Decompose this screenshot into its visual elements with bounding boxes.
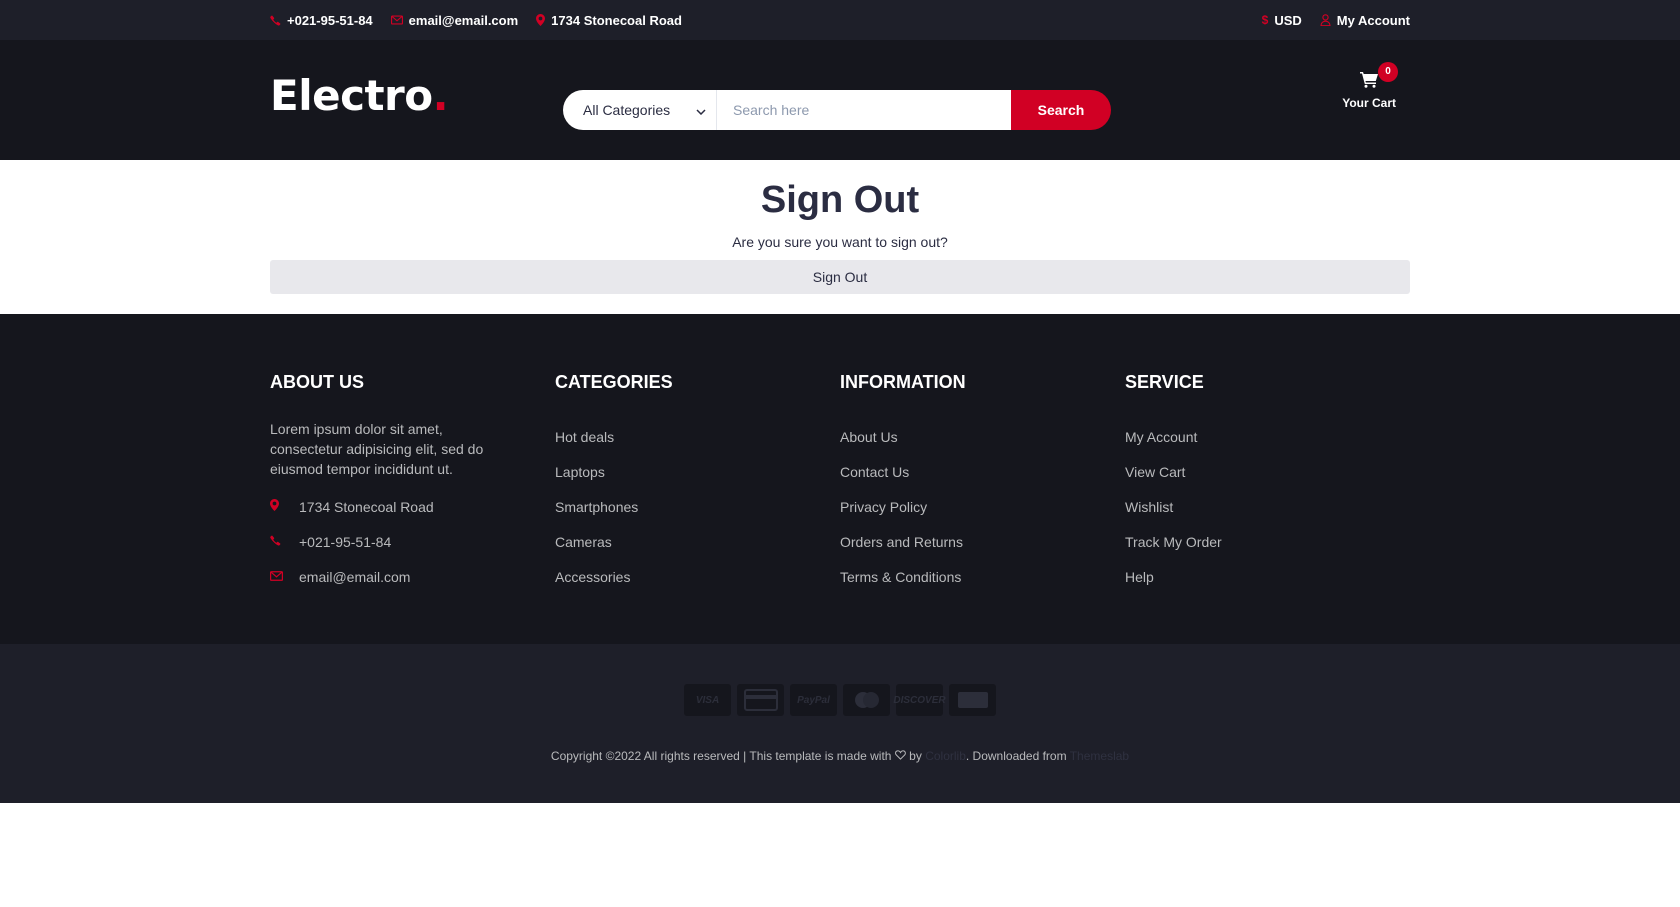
themeslab-link[interactable]: Themeslab [1070, 749, 1129, 763]
currency-link[interactable]: $ USD [1262, 13, 1302, 28]
footer-link-about-us[interactable]: About Us [840, 419, 1125, 454]
currency-text: USD [1274, 12, 1302, 28]
footer-address[interactable]: 1734 Stonecoal Road [270, 489, 555, 524]
footer-link-contact-us[interactable]: Contact Us [840, 454, 1125, 489]
contact-links: +021-95-51-84 email@email.com 1734 Stone… [270, 13, 682, 28]
map-marker-icon [536, 14, 546, 26]
sign-out-button[interactable]: Sign Out [270, 260, 1410, 294]
footer-categories-title: Categories [555, 372, 673, 392]
phone-icon [270, 15, 281, 26]
cart-label: Your Cart [1342, 96, 1396, 110]
downloaded-text: . Downloaded from [965, 749, 1067, 763]
footer-link-orders-returns[interactable]: Orders and Returns [840, 524, 1125, 559]
top-email-text: email@email.com [408, 12, 519, 28]
copyright-by: by [909, 749, 922, 763]
visa-card-icon: VISA [684, 684, 731, 716]
credit-card-icon [737, 684, 784, 716]
footer-link-wishlist[interactable]: Wishlist [1125, 489, 1410, 524]
user-icon [1320, 14, 1331, 26]
discover-card-icon: DISCOVER [893, 684, 946, 716]
footer-link-privacy-policy[interactable]: Privacy Policy [840, 489, 1125, 524]
main-section: Sign Out Are you sure you want to sign o… [0, 160, 1680, 314]
footer-categories-list: Hot deals Laptops Smartphones Cameras Ac… [555, 419, 840, 594]
category-selected-value: All Categories [583, 102, 671, 118]
cart-qty-badge: 0 [1378, 62, 1398, 82]
footer-link-laptops[interactable]: Laptops [555, 454, 840, 489]
footer-categories: Categories Hot deals Laptops Smartphones… [555, 372, 840, 594]
category-select[interactable]: All Categories [563, 90, 717, 130]
footer-top: About Us Lorem ipsum dolor sit amet, con… [0, 314, 1680, 644]
map-marker-icon [270, 499, 299, 514]
page-bottom-space [0, 803, 1680, 907]
phone-icon [270, 535, 299, 549]
copyright: Copyright ©2022 All rights reserved | Th… [0, 749, 1680, 763]
envelope-icon [270, 570, 299, 584]
footer-contact-list: 1734 Stonecoal Road +021-95-51-84 email@… [270, 489, 555, 594]
page-title: Sign Out [760, 179, 920, 221]
footer-information: Information About Us Contact Us Privacy … [840, 372, 1125, 594]
envelope-icon [390, 15, 403, 25]
footer-address-text: 1734 Stonecoal Road [299, 498, 434, 515]
footer-information-title: Information [840, 372, 966, 392]
logo-dot: . [432, 70, 449, 120]
top-bar: +021-95-51-84 email@email.com 1734 Stone… [0, 0, 1680, 40]
footer-about-text: Lorem ipsum dolor sit amet, consectetur … [270, 421, 484, 477]
logo-text: Electro [270, 70, 433, 120]
footer-service-title: Service [1125, 372, 1204, 392]
top-email-link[interactable]: email@email.com [390, 12, 519, 28]
account-links: $ USD My Account [1262, 13, 1410, 28]
heart-icon [894, 749, 909, 763]
footer-bottom: VISA PayPal DISCOVER Copyright ©2022 All… [0, 644, 1680, 803]
footer-email-text: email@email.com [299, 568, 411, 585]
mastercard-icon [843, 684, 890, 716]
amex-card-icon [949, 684, 996, 716]
footer-link-accessories[interactable]: Accessories [555, 559, 840, 594]
top-phone-link[interactable]: +021-95-51-84 [270, 13, 373, 28]
footer-service: Service My Account View Cart Wishlist Tr… [1125, 372, 1410, 594]
footer-phone[interactable]: +021-95-51-84 [270, 524, 555, 559]
top-phone-text: +021-95-51-84 [287, 12, 373, 28]
footer-about: About Us Lorem ipsum dolor sit amet, con… [270, 372, 555, 594]
footer-about-title: About Us [270, 372, 364, 392]
search-button[interactable]: Search [1011, 90, 1111, 130]
copyright-text: Copyright ©2022 All rights reserved | Th… [550, 749, 892, 763]
top-address-text: 1734 Stonecoal Road [551, 12, 682, 28]
footer-link-track-order[interactable]: Track My Order [1125, 524, 1410, 559]
my-account-link[interactable]: My Account [1320, 13, 1410, 28]
footer-link-hot-deals[interactable]: Hot deals [555, 419, 840, 454]
logo[interactable]: Electro. [270, 71, 563, 120]
search-form: All Categories Search [563, 90, 1111, 130]
footer-phone-text: +021-95-51-84 [299, 533, 392, 550]
header: Electro. All Categories Search Your Cart… [0, 40, 1680, 160]
footer-link-terms[interactable]: Terms & Conditions [840, 559, 1125, 594]
footer-link-view-cart[interactable]: View Cart [1125, 454, 1410, 489]
footer-link-smartphones[interactable]: Smartphones [555, 489, 840, 524]
colorlib-link[interactable]: Colorlib [925, 749, 966, 763]
paypal-card-icon: PayPal [790, 684, 837, 716]
footer-link-my-account[interactable]: My Account [1125, 419, 1410, 454]
top-address-link[interactable]: 1734 Stonecoal Road [536, 13, 682, 28]
signout-prompt: Are you sure you want to sign out? [732, 234, 948, 250]
cart-link[interactable]: Your Cart 0 [1342, 62, 1398, 112]
chevron-down-icon [696, 102, 706, 118]
dollar-icon: $ [1261, 13, 1269, 27]
footer-link-help[interactable]: Help [1125, 559, 1410, 594]
footer-information-list: About Us Contact Us Privacy Policy Order… [840, 419, 1125, 594]
search-input[interactable] [717, 90, 1011, 130]
my-account-text: My Account [1336, 12, 1410, 28]
footer-email[interactable]: email@email.com [270, 559, 555, 594]
footer-link-cameras[interactable]: Cameras [555, 524, 840, 559]
footer-service-list: My Account View Cart Wishlist Track My O… [1125, 419, 1410, 594]
payment-methods: VISA PayPal DISCOVER [0, 644, 1680, 716]
